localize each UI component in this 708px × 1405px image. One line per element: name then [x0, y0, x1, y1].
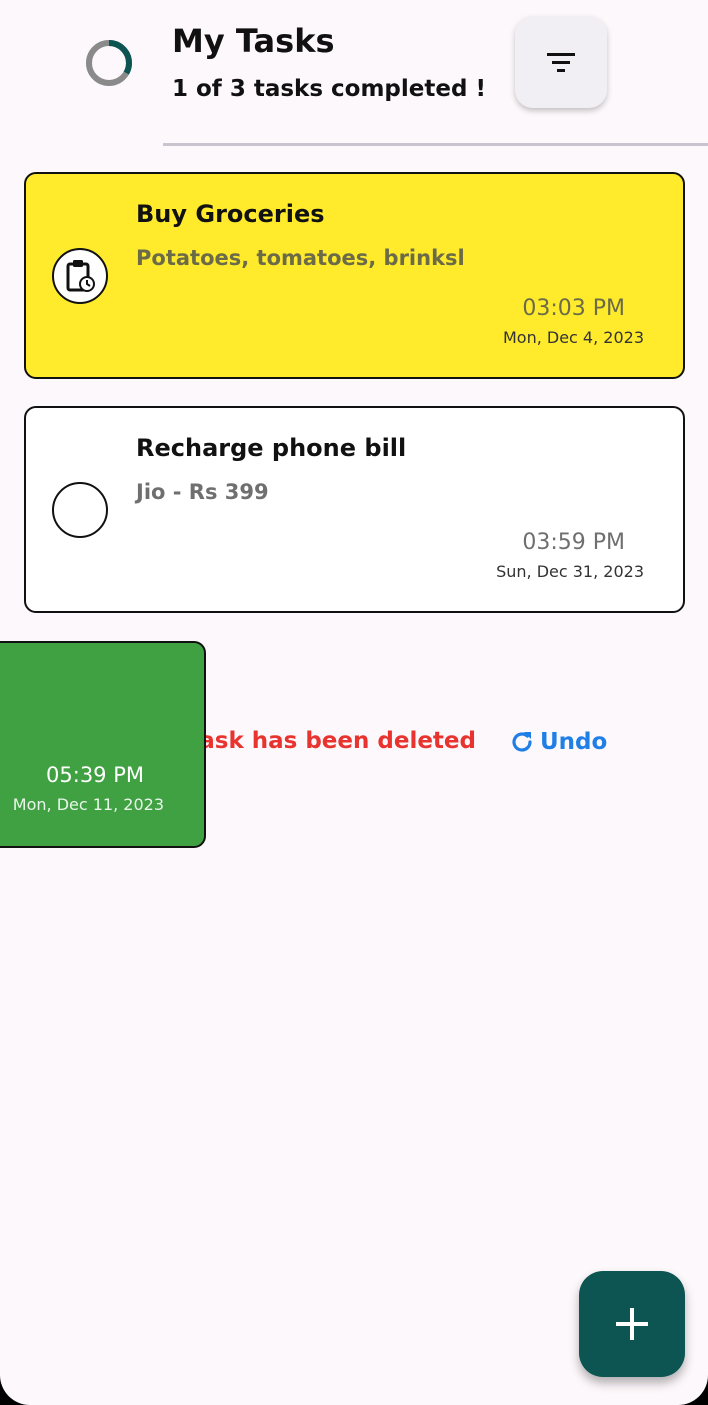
task-status-button[interactable]	[52, 248, 108, 304]
task-title: Recharge phone bill	[136, 434, 407, 462]
task-description: Jio - Rs 399	[136, 480, 269, 504]
task-time: 05:39 PM	[46, 763, 144, 787]
task-date: Sun, Dec 31, 2023	[496, 562, 644, 581]
task-card[interactable]: Buy Groceries Potatoes, tomatoes, brinks…	[24, 172, 685, 379]
refresh-icon	[512, 732, 532, 752]
task-time: 03:03 PM	[522, 296, 625, 321]
clipboard-clock-icon	[66, 260, 95, 292]
plus-icon	[616, 1308, 648, 1340]
task-time: 03:59 PM	[522, 530, 625, 555]
task-description: Potatoes, tomatoes, brinksl	[136, 246, 465, 270]
add-task-button[interactable]	[579, 1271, 685, 1377]
task-date: Mon, Dec 4, 2023	[502, 328, 644, 347]
task-date: Mon, Dec 11, 2023	[12, 795, 164, 814]
filter-icon	[547, 53, 575, 72]
task-status-button[interactable]	[52, 482, 108, 538]
header-divider	[163, 143, 708, 146]
deleted-message: Task has been deleted	[206, 728, 476, 754]
swiped-task-card[interactable]: 05:39 PM Mon, Dec 11, 2023	[0, 641, 206, 848]
deleted-message-container: Task has been deleted	[206, 728, 496, 764]
task-card[interactable]: Recharge phone bill Jio - Rs 399 03:59 P…	[24, 406, 685, 613]
page-title: My Tasks	[172, 22, 335, 60]
task-title: Buy Groceries	[136, 200, 325, 228]
filter-button[interactable]	[515, 16, 607, 108]
screen: My Tasks 1 of 3 tasks completed ! Buy Gr…	[0, 0, 708, 1405]
completion-summary: 1 of 3 tasks completed !	[172, 76, 486, 102]
undo-button[interactable]: Undo	[508, 728, 607, 756]
progress-ring	[86, 40, 132, 86]
undo-label: Undo	[540, 729, 608, 755]
